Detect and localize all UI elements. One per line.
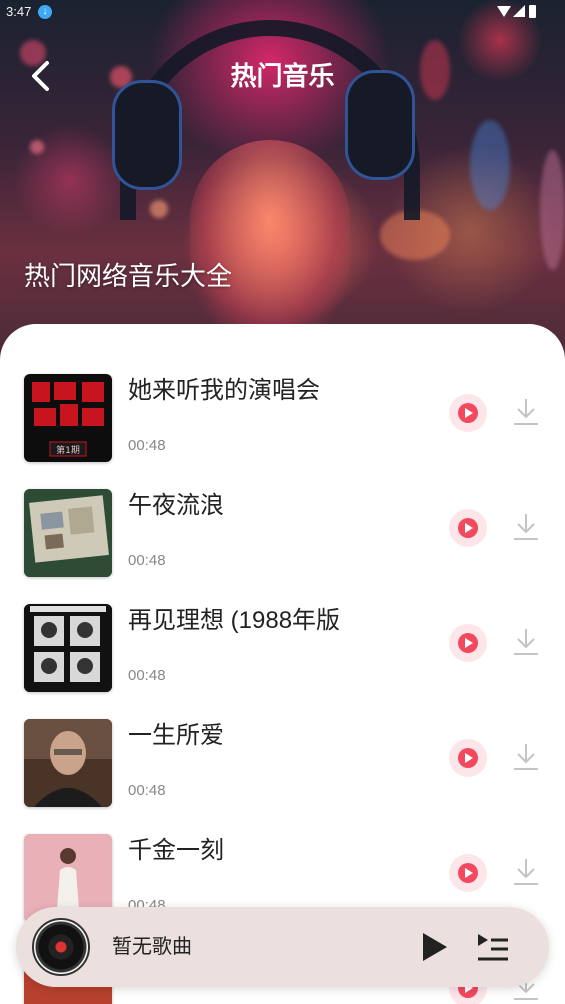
- album-cover: [24, 719, 112, 807]
- song-row[interactable]: 再见理想 (1988年版 00:48: [0, 604, 565, 694]
- song-row[interactable]: 午夜流浪 00:48: [0, 489, 565, 579]
- playlist-icon[interactable]: [476, 931, 510, 963]
- download-icon[interactable]: [512, 396, 540, 428]
- album-cover: 第1期: [24, 374, 112, 462]
- bokeh-light: [470, 120, 510, 210]
- song-title: 一生所爱: [128, 722, 224, 749]
- album-cover-art: [24, 719, 112, 807]
- play-button[interactable]: [449, 854, 487, 892]
- song-title: 她来听我的演唱会: [128, 377, 320, 404]
- song-duration: 00:48: [128, 782, 166, 799]
- signal-icon: [513, 5, 525, 17]
- album-cover-text: 第1期: [56, 444, 80, 456]
- mini-player-bar[interactable]: 暂无歌曲: [16, 907, 549, 987]
- page-title: 热门音乐: [230, 61, 335, 91]
- song-list-panel: 第1期 她来听我的演唱会 00:48 午夜流浪 00:48 再见理想 (1988…: [0, 324, 565, 1004]
- song-title: 午夜流浪: [128, 492, 224, 519]
- status-icons: [497, 5, 541, 19]
- play-icon: [458, 748, 478, 768]
- download-icon[interactable]: [512, 511, 540, 543]
- song-row[interactable]: 一生所爱 00:48: [0, 719, 565, 809]
- download-icon[interactable]: [512, 856, 540, 888]
- song-title: 再见理想 (1988年版: [128, 607, 341, 634]
- play-icon: [458, 633, 478, 653]
- bokeh-light: [540, 150, 565, 270]
- battery-icon: [529, 5, 536, 18]
- download-notification-icon: ↓: [38, 5, 52, 19]
- headphones-left-cup: [112, 80, 182, 190]
- status-time: 3:47: [6, 4, 32, 19]
- status-bar: 3:47 ↓: [0, 0, 565, 24]
- album-cover-art: [24, 604, 112, 692]
- album-cover-art: [24, 489, 112, 577]
- play-button[interactable]: [449, 394, 487, 432]
- bokeh-light: [30, 140, 44, 154]
- hero-subtitle: 热门网络音乐大全: [24, 261, 233, 291]
- song-title: 千金一刻: [128, 837, 224, 864]
- album-cover: [24, 489, 112, 577]
- download-icon[interactable]: [512, 626, 540, 658]
- vinyl-disc-icon[interactable]: [32, 918, 90, 976]
- download-icon[interactable]: [512, 741, 540, 773]
- album-cover: [24, 604, 112, 692]
- play-button[interactable]: [449, 509, 487, 547]
- song-duration: 00:48: [128, 437, 166, 454]
- song-duration: 00:48: [128, 552, 166, 569]
- song-duration: 00:48: [128, 667, 166, 684]
- wifi-icon: [497, 6, 511, 17]
- player-play-button[interactable]: [419, 931, 451, 963]
- now-playing-title: 暂无歌曲: [112, 936, 192, 958]
- hero-banner: [0, 0, 565, 360]
- play-button[interactable]: [449, 739, 487, 777]
- play-icon: [458, 863, 478, 883]
- play-button[interactable]: [449, 624, 487, 662]
- album-cover-art: 第1期: [32, 382, 104, 457]
- play-icon: [458, 403, 478, 423]
- play-icon: [458, 518, 478, 538]
- song-row[interactable]: 第1期 她来听我的演唱会 00:48: [0, 374, 565, 464]
